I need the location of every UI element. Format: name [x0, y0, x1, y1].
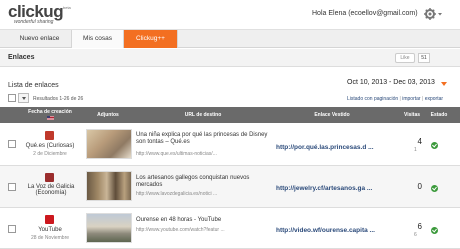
- tab-nuevo-enlace[interactable]: Nuevo enlace: [8, 30, 72, 48]
- settings-gear-icon[interactable]: [423, 6, 443, 22]
- chevron-down-icon: [22, 97, 26, 100]
- status-ok-icon: [431, 185, 438, 192]
- header-dest-url[interactable]: URL de destino: [136, 107, 270, 123]
- export-link[interactable]: exportar: [425, 96, 443, 102]
- visit-count-sub: 1: [414, 147, 417, 153]
- destination-url[interactable]: http://www.que.es/ultimas-noticias/...: [136, 151, 268, 157]
- short-link[interactable]: http://jewelry.cf/artesanos.ga ...: [276, 185, 386, 192]
- row-checkbox[interactable]: [8, 225, 16, 233]
- visit-count: 6: [417, 222, 422, 231]
- source-favicon-icon: [45, 173, 54, 182]
- user-greeting: Hola Elena (ecoellov@gmail.com): [312, 10, 418, 17]
- list-links: Listado con paginación | importar | expo…: [347, 96, 443, 102]
- status-ok-icon: [431, 142, 438, 149]
- attachment-thumbnail[interactable]: [86, 171, 132, 201]
- table-row[interactable]: Qué.es (Curiosas) 2 de Diciembre Una niñ…: [0, 123, 460, 166]
- row-checkbox[interactable]: [8, 140, 16, 148]
- list-title: Lista de enlaces: [8, 82, 59, 89]
- logo-text: clickug: [8, 2, 64, 21]
- link-title[interactable]: Una niña explica por qué las princesas d…: [136, 132, 268, 146]
- like-button[interactable]: Like: [395, 53, 415, 63]
- header-date[interactable]: Fecha de creación: [20, 107, 80, 123]
- source-favicon-icon: [45, 131, 54, 140]
- created-date: 2 de Diciembre: [33, 151, 67, 157]
- clickug-logo[interactable]: clickug wonderful sharing beta: [8, 2, 71, 27]
- like-count: 51: [418, 53, 430, 63]
- link-separator: |: [421, 96, 424, 102]
- header-short-url[interactable]: Enlace Vestido: [272, 107, 392, 123]
- header-status[interactable]: Estado: [426, 107, 452, 123]
- visit-count: 4: [417, 137, 422, 146]
- us-flag-icon: [46, 115, 54, 120]
- header-visits[interactable]: Visitas: [398, 107, 426, 123]
- youtube-icon: [45, 215, 54, 224]
- header-date-label: Fecha de creación: [28, 109, 72, 115]
- header-attachments[interactable]: Adjuntos: [82, 107, 134, 123]
- link-title[interactable]: Los artesanos gallegos conquistan nuevos…: [136, 175, 268, 189]
- date-range-picker[interactable]: Oct 10, 2013 - Dec 03, 2013: [347, 79, 435, 86]
- top-bar: clickug wonderful sharing beta Hola Elen…: [0, 0, 460, 30]
- table-header: Fecha de creación Adjuntos URL de destin…: [0, 107, 460, 123]
- bulk-actions-dropdown[interactable]: [18, 93, 29, 103]
- date-caret-icon[interactable]: [441, 82, 447, 86]
- created-date: 28 de Noviembre: [30, 235, 70, 241]
- source-name[interactable]: Qué.es (Curiosas): [22, 143, 78, 149]
- short-link[interactable]: http://video.wf/ourense.capita ...: [276, 227, 386, 234]
- visit-count: 0: [417, 182, 422, 191]
- import-link[interactable]: importar: [402, 96, 420, 102]
- source-name[interactable]: La Voz de Galicia (Economía): [22, 184, 80, 196]
- section-title: Enlaces: [8, 54, 35, 61]
- tab-clickug-plus[interactable]: Clickug++: [124, 30, 178, 48]
- destination-url[interactable]: http://www.lavozdegalicia.es/notici ...: [136, 191, 268, 197]
- short-link[interactable]: http://por.qué.las.princesas.d ...: [276, 144, 386, 151]
- results-count: Resultados 1-26 de 26: [33, 96, 84, 102]
- visit-count-sub: 6: [414, 232, 417, 238]
- attachment-thumbnail[interactable]: [86, 129, 132, 159]
- attachment-thumbnail[interactable]: [86, 213, 132, 243]
- logo-beta: beta: [63, 5, 71, 10]
- paginated-list-link[interactable]: Listado con paginación: [347, 96, 398, 102]
- table-row[interactable]: La Voz de Galicia (Economía) Los artesan…: [0, 166, 460, 208]
- select-all-checkbox[interactable]: [8, 94, 16, 102]
- section-bar: Enlaces Like 51: [0, 49, 460, 67]
- source-name[interactable]: YouTube: [22, 227, 78, 233]
- table-row[interactable]: YouTube 28 de Noviembre Ourense en 48 ho…: [0, 208, 460, 249]
- like-label: Like: [400, 55, 410, 61]
- link-title[interactable]: Ourense en 48 horas - YouTube: [136, 217, 268, 224]
- row-checkbox[interactable]: [8, 183, 16, 191]
- link-separator: |: [399, 96, 401, 102]
- destination-url[interactable]: http://www.youtube.com/watch?featur ...: [136, 227, 268, 233]
- main-tabs: Nuevo enlace Mis cosas Clickug++: [0, 30, 460, 48]
- status-ok-icon: [431, 227, 438, 234]
- tab-mis-cosas[interactable]: Mis cosas: [72, 30, 124, 48]
